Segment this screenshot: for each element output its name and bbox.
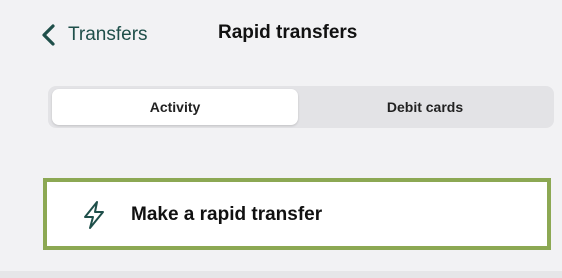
tab-debit-cards[interactable]: Debit cards [300,89,550,125]
back-button-label: Transfers [68,24,148,45]
divider [0,271,562,278]
lightning-bolt-icon [81,200,107,230]
navigation-bar: Transfers Rapid transfers [0,0,562,70]
rapid-transfers-screen: Transfers Rapid transfers Activity Debit… [0,0,562,278]
back-button[interactable]: Transfers [38,20,148,50]
tab-activity[interactable]: Activity [52,89,298,125]
make-rapid-transfer-label: Make a rapid transfer [131,204,323,225]
page-title: Rapid transfers [218,22,358,43]
tab-switcher: Activity Debit cards [48,86,554,128]
chevron-left-icon [38,23,60,47]
make-rapid-transfer-button[interactable]: Make a rapid transfer [43,178,551,250]
